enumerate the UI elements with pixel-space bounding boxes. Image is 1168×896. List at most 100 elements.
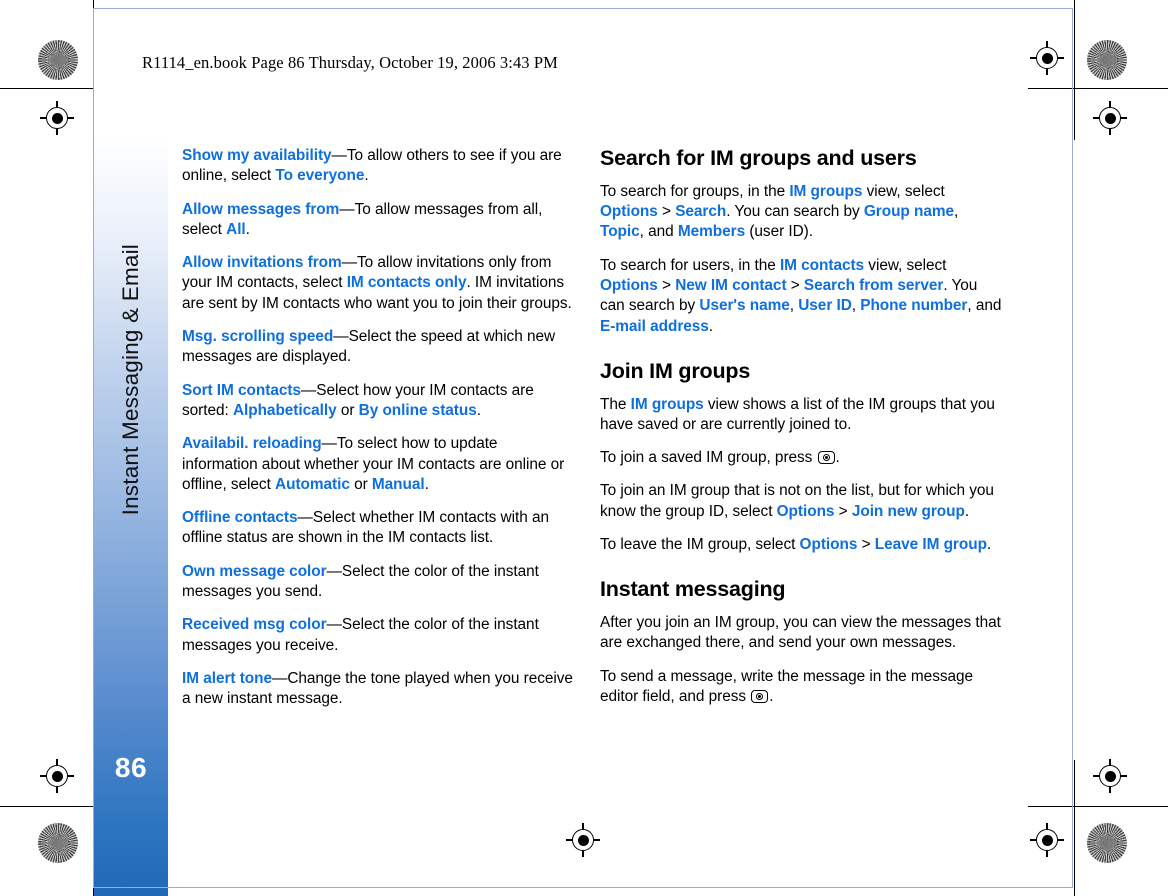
text-run: , (954, 203, 959, 221)
ui-term: Options (600, 276, 658, 294)
heading-instant-messaging: Instant messaging (600, 577, 786, 602)
ui-term: All (226, 220, 246, 238)
ui-term: Options (776, 502, 835, 520)
chapter-title-text: Instant Messaging & Email (118, 244, 143, 516)
setting-name: Received msg color (182, 616, 327, 634)
registration-mark (40, 759, 74, 793)
registration-mark (1093, 101, 1127, 135)
paragraph-im-alert-tone: IM alert tone—Change the tone played whe… (182, 669, 574, 710)
text-run: To search for users, in the (600, 256, 780, 274)
star-target-icon (1087, 40, 1127, 80)
crop-line (1028, 806, 1168, 807)
text-run: . (245, 220, 250, 238)
setting-name: Availabil. reloading (182, 435, 322, 453)
star-target-icon (38, 823, 78, 863)
paragraph-allow-invitations-from: Allow invitations from—To allow invitati… (182, 253, 574, 314)
text-run: , (789, 297, 799, 315)
text-run: > (857, 536, 875, 553)
ui-term: User ID (798, 297, 852, 315)
ui-term: By online status (358, 401, 477, 419)
paragraph-availabil-reloading: Availabil. reloading—To select how to up… (182, 434, 574, 495)
text-run: view, select (862, 182, 945, 200)
paragraph-own-message-color: Own message color—Select the color of th… (182, 562, 574, 603)
text-run: > (657, 203, 676, 221)
registration-mark (1030, 823, 1064, 857)
setting-name: Allow messages from (182, 200, 340, 218)
text-run: (user ID). (745, 223, 813, 241)
paragraph-search-users: To search for users, in the IM contacts … (600, 256, 1006, 337)
setting-name: Msg. scrolling speed (182, 328, 334, 346)
ui-term: Automatic (275, 475, 350, 493)
ui-term: Search (675, 203, 727, 221)
ui-term: Options (600, 203, 658, 221)
star-target-icon (1087, 823, 1127, 863)
paragraph-join-new-group: To join an IM group that is not on the l… (600, 481, 1006, 522)
text-run: . (708, 317, 714, 335)
crop-line (1074, 0, 1075, 140)
text-run: > (834, 502, 852, 520)
ui-term: Join new group (851, 502, 965, 520)
ui-term: Options (799, 536, 858, 553)
ui-term: Group name (863, 203, 955, 221)
heading-join-im-groups: Join IM groups (600, 358, 751, 383)
paragraph-leave-im-group: To leave the IM group, select Options > … (600, 535, 1006, 555)
text-run: > (786, 276, 804, 294)
print-header: R1114_en.book Page 86 Thursday, October … (142, 53, 558, 72)
heading-search-for-im-groups-and-users: Search for IM groups and users (600, 146, 917, 170)
ui-term: Alphabetically (232, 401, 337, 419)
scroll-key-icon (751, 689, 769, 703)
text-run: . (986, 536, 992, 553)
text-run: . (964, 502, 970, 520)
scroll-key-icon (817, 451, 835, 465)
text-run: To leave the IM group, select (600, 536, 800, 553)
ui-term: New IM contact (675, 276, 787, 294)
page-number: 86 (114, 752, 148, 783)
text-run: To search for groups, in the (600, 182, 790, 200)
registration-mark (40, 101, 74, 135)
ui-term: IM contacts (779, 256, 865, 274)
setting-name: Own message color (182, 562, 327, 580)
chapter-title: Instant Messaging & Email (94, 30, 168, 730)
setting-name: Show my availability (182, 147, 332, 164)
paragraph-offline-contacts: Offline contacts—Select whether IM conta… (182, 508, 574, 549)
text-run: , and (639, 223, 678, 241)
paragraph-show-my-availability: Show my availability—To allow others to … (182, 146, 574, 187)
text-run: . (835, 449, 840, 467)
setting-name: IM alert tone (182, 669, 272, 687)
paragraph-im-groups-view: The IM groups view shows a list of the I… (600, 395, 1006, 436)
text-run: After you join an IM group, you can view… (600, 614, 1001, 652)
registration-mark (1093, 759, 1127, 793)
text-run: The (600, 395, 631, 413)
left-text-column: Show my availability—To allow others to … (182, 146, 574, 710)
ui-term: E-mail address (600, 317, 709, 335)
ui-term: Topic (600, 223, 640, 241)
paragraph-join-saved-group: To join a saved IM group, press . (600, 448, 1006, 468)
text-run: , and (967, 297, 1002, 315)
setting-name: Allow invitations from (182, 254, 342, 272)
ui-term: Members (677, 223, 746, 241)
setting-name: Sort IM contacts (182, 381, 301, 399)
ui-term: IM groups (789, 182, 863, 200)
text-run: . (364, 167, 369, 185)
ui-term: To everyone (275, 167, 365, 185)
ui-term: IM contacts only (346, 274, 467, 292)
text-run: . (424, 475, 429, 493)
text-run: or (336, 401, 359, 419)
text-run: To join a saved IM group, press (600, 449, 817, 467)
ui-term: Search from server (803, 276, 944, 294)
right-text-column: Search for IM groups and users To search … (600, 146, 1006, 707)
text-run: or (349, 475, 372, 493)
registration-mark (1030, 41, 1064, 75)
ui-term: Manual (371, 475, 425, 493)
ui-term: Leave IM group (874, 536, 987, 553)
text-run: , (851, 297, 861, 315)
paragraph-msg-scrolling-speed: Msg. scrolling speed—Select the speed at… (182, 327, 574, 368)
paragraph-sort-im-contacts: Sort IM contacts—Select how your IM cont… (182, 381, 574, 422)
text-run: . You can search by (726, 203, 864, 221)
text-run: . (769, 687, 774, 705)
setting-name: Offline contacts (182, 509, 298, 527)
crop-line (1074, 760, 1075, 896)
text-run: . (476, 401, 481, 419)
paragraph-send-a-message: To send a message, write the message in … (600, 667, 1006, 708)
crop-line (1028, 88, 1168, 89)
